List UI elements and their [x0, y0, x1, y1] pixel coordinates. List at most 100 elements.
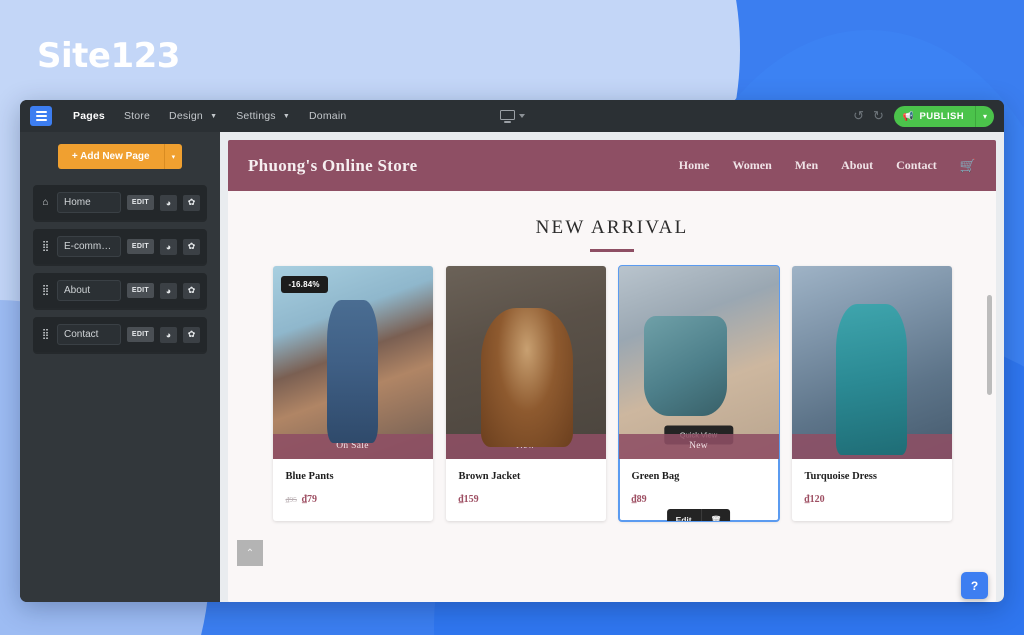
product-image-green-bag: Quick View New — [618, 265, 779, 459]
store-title: Phuong's Online Store — [248, 155, 418, 175]
sidebar-page-item-home[interactable]: ⌂ Home EDIT ◕ ✿ — [33, 185, 207, 220]
add-new-page-dropdown[interactable]: ▾ — [163, 144, 183, 169]
monitor-icon — [499, 109, 515, 123]
element-edit-toolbar: Edit 🗑 — [666, 508, 731, 521]
product-info-blue-pants: Blue Pants ₫95 ₫79 — [273, 459, 433, 521]
add-new-page-button[interactable]: + Add New Page — [57, 144, 164, 169]
toolbar-item-domain[interactable]: Domain — [300, 105, 355, 127]
product-price-turquoise-dress: ₫120 — [804, 493, 825, 505]
product-ribbon-green-bag: New — [618, 433, 779, 459]
toolbar-item-design-label: Design — [169, 110, 203, 122]
undo-icon[interactable]: ↺ — [853, 108, 864, 124]
page-edit-button-contact[interactable]: EDIT — [126, 327, 154, 342]
product-name-brown-jacket: Brown Jacket — [458, 470, 521, 482]
element-edit-button[interactable]: Edit — [667, 509, 701, 521]
price-row-turquoise-dress: ₫120 — [805, 494, 939, 505]
site-header: Phuong's Online Store Home Women Men Abo… — [228, 140, 996, 191]
add-new-page-group: + Add New Page ▾ — [33, 144, 207, 169]
toolbar-item-store[interactable]: Store — [115, 105, 159, 127]
gear-icon[interactable]: ✿ — [183, 194, 200, 211]
product-ribbon-turquoise-dress: New — [791, 433, 952, 459]
toolbar-item-pages-label: Pages — [73, 110, 105, 122]
nav-link-women[interactable]: Women — [732, 158, 771, 173]
site-nav: Home Women Men About Contact 🛒 — [679, 158, 976, 174]
product-card-blue-pants[interactable]: -16.84% On Sale Blue Pants ₫95 ₫79 — [272, 265, 433, 521]
product-image-turquoise-dress: New — [791, 265, 952, 459]
website-preview: Phuong's Online Store Home Women Men Abo… — [228, 140, 996, 602]
toolbar-item-settings-label: Settings — [236, 110, 276, 122]
product-card-brown-jacket[interactable]: New Brown Jacket ₫159 — [445, 265, 606, 521]
price-row-green-bag: ₫89 — [632, 494, 766, 505]
help-button[interactable]: ? — [961, 572, 988, 599]
drag-handle-icon[interactable]: ⣿ — [40, 285, 51, 296]
cart-icon[interactable]: 🛒 — [960, 158, 976, 174]
page-name-input-contact[interactable]: Contact — [57, 324, 121, 345]
device-preview-desktop-button[interactable] — [499, 109, 525, 123]
nav-link-about[interactable]: About — [841, 158, 873, 173]
product-price-brown-jacket: ₫159 — [458, 493, 479, 505]
product-ribbon-blue-pants: On Sale — [272, 433, 433, 459]
publish-dropdown-button[interactable]: ▾ — [974, 105, 994, 127]
palette-icon[interactable]: ◕ — [160, 194, 177, 211]
toolbar-right-group: ↺ ↻ 📢 PUBLISH ▾ — [853, 105, 994, 127]
toolbar-item-pages[interactable]: Pages — [64, 105, 114, 127]
gear-icon[interactable]: ✿ — [183, 282, 200, 299]
redo-icon[interactable]: ↻ — [873, 108, 884, 124]
publish-button-label: PUBLISH — [919, 110, 964, 122]
price-row-blue-pants: ₫95 ₫79 — [286, 494, 420, 505]
page-name-input-ecommerce[interactable]: E-commerce — [57, 236, 121, 257]
trash-icon[interactable]: 🗑 — [702, 509, 731, 521]
price-row-brown-jacket: ₫159 — [459, 494, 593, 505]
drag-handle-icon[interactable]: ⣿ — [40, 329, 51, 340]
product-image-brown-jacket: New — [445, 265, 606, 459]
palette-icon[interactable]: ◕ — [160, 282, 177, 299]
top-toolbar: Pages Store Design ▼ Settings ▼ Domain ↺… — [20, 100, 1004, 132]
product-image-blue-pants: -16.84% On Sale — [272, 265, 433, 459]
nav-link-contact[interactable]: Contact — [896, 158, 937, 173]
sidebar-page-item-about[interactable]: ⣿ About EDIT ◕ ✿ — [33, 273, 207, 308]
product-info-brown-jacket: Brown Jacket ₫159 — [446, 459, 606, 521]
page-name-input-about[interactable]: About — [57, 280, 121, 301]
product-info-turquoise-dress: Turquoise Dress ₫120 — [792, 459, 952, 521]
publish-group: 📢 PUBLISH ▾ — [893, 105, 994, 127]
sidebar-page-item-ecommerce[interactable]: ⣿ E-commerce EDIT ◕ ✿ — [33, 229, 207, 264]
palette-icon[interactable]: ◕ — [160, 326, 177, 343]
product-card-turquoise-dress[interactable]: New Turquoise Dress ₫120 — [791, 265, 952, 521]
toolbar-item-design[interactable]: Design ▼ — [160, 105, 226, 127]
megaphone-icon: 📢 — [902, 110, 915, 121]
toolbar-item-settings[interactable]: Settings ▼ — [227, 105, 299, 127]
preview-scrollbar[interactable] — [987, 295, 992, 395]
undo-redo-group: ↺ ↻ — [853, 108, 884, 124]
home-icon: ⌂ — [42, 197, 49, 208]
drag-handle-icon[interactable]: ⣿ — [40, 241, 51, 252]
section-heading-wrap: NEW ARRIVAL — [228, 191, 996, 266]
chevron-down-icon: ▼ — [210, 112, 218, 120]
page-edit-button-ecommerce[interactable]: EDIT — [126, 239, 154, 254]
gear-icon[interactable]: ✿ — [183, 326, 200, 343]
nav-link-men[interactable]: Men — [795, 158, 818, 173]
product-price-green-bag: ₫89 — [631, 493, 647, 505]
hamburger-menu-icon[interactable] — [30, 106, 52, 126]
product-card-green-bag[interactable]: Quick View New Green Bag ₫89 Edit — [617, 264, 780, 522]
publish-button[interactable]: 📢 PUBLISH — [893, 105, 975, 127]
chevron-down-icon — [518, 114, 525, 118]
sidebar-page-item-contact[interactable]: ⣿ Contact EDIT ◕ ✿ — [33, 317, 207, 352]
scroll-to-top-button[interactable]: ⌃ — [237, 540, 263, 566]
gear-icon[interactable]: ✿ — [183, 238, 200, 255]
toolbar-item-store-label: Store — [123, 110, 151, 122]
product-price-blue-pants: ₫79 — [301, 493, 317, 505]
toolbar-menu: Pages Store Design ▼ Settings ▼ Domain — [64, 105, 355, 127]
product-name-blue-pants: Blue Pants — [285, 470, 334, 482]
product-grid: -16.84% On Sale Blue Pants ₫95 ₫79 New B… — [228, 264, 996, 522]
product-name-green-bag: Green Bag — [631, 470, 680, 482]
product-ribbon-brown-jacket: New — [445, 433, 606, 459]
builder-body: + Add New Page ▾ ⌂ Home EDIT ◕ ✿ ⣿ E-com… — [20, 132, 1004, 602]
nav-link-home[interactable]: Home — [679, 158, 710, 173]
page-edit-button-about[interactable]: EDIT — [126, 283, 154, 298]
page-name-input-home[interactable]: Home — [57, 192, 121, 213]
section-title: NEW ARRIVAL — [535, 217, 689, 238]
sidebar: + Add New Page ▾ ⌂ Home EDIT ◕ ✿ ⣿ E-com… — [20, 132, 220, 602]
palette-icon[interactable]: ◕ — [160, 238, 177, 255]
page-edit-button-home[interactable]: EDIT — [126, 195, 154, 210]
title-underline — [590, 249, 634, 252]
